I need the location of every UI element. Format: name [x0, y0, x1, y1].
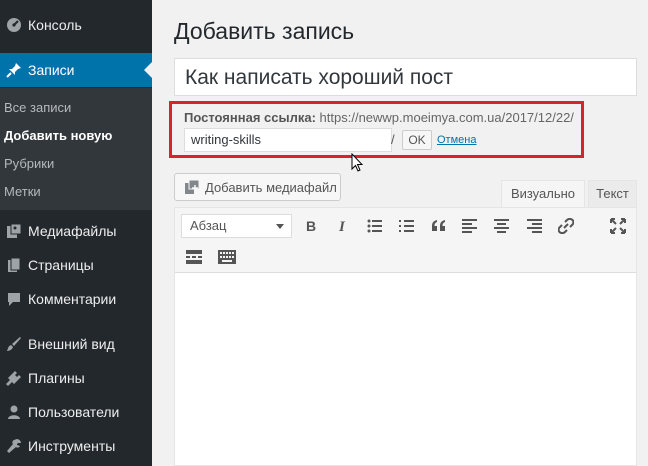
- user-icon: [0, 404, 28, 420]
- cancel-link[interactable]: Отмена: [437, 134, 476, 146]
- slug-input[interactable]: writing-skills: [184, 128, 392, 152]
- menu-item-comments[interactable]: Комментарии: [0, 282, 152, 316]
- pin-icon: [0, 62, 28, 78]
- format-select-value: Абзац: [190, 218, 227, 233]
- wrench-icon: [0, 438, 28, 454]
- italic-button[interactable]: I: [330, 214, 354, 238]
- menu-item-users[interactable]: Пользователи: [0, 395, 152, 429]
- submenu-categories[interactable]: Рубрики: [4, 156, 54, 171]
- svg-text:B: B: [306, 219, 316, 233]
- pages-icon: [0, 257, 28, 273]
- align-left-button[interactable]: [458, 214, 482, 238]
- submenu-add-new[interactable]: Добавить новую: [4, 128, 112, 143]
- editor-toolbar: Абзац B I: [175, 208, 636, 273]
- menu-label: Внешний вид: [28, 336, 115, 352]
- menu-item-pages[interactable]: Страницы: [0, 248, 152, 282]
- brush-icon: [0, 336, 28, 352]
- svg-text:I: I: [338, 219, 346, 233]
- menu-item-plugins[interactable]: Плагины: [0, 361, 152, 395]
- media-icon: [0, 223, 28, 239]
- submenu-all-posts[interactable]: Все записи: [4, 100, 71, 115]
- admin-sidebar: Консоль Записи Все записи Добавить новую…: [0, 0, 152, 466]
- menu-label: Инструменты: [28, 438, 116, 454]
- align-right-button[interactable]: [523, 214, 547, 238]
- slug-slash: /: [391, 132, 395, 147]
- add-media-button[interactable]: Добавить медиафайл: [174, 173, 341, 201]
- menu-item-posts[interactable]: Записи: [0, 53, 152, 87]
- read-more-button[interactable]: [182, 245, 206, 269]
- blockquote-button[interactable]: [427, 214, 451, 238]
- tab-visual[interactable]: Визуально: [501, 180, 585, 207]
- permalink-row: Постоянная ссылка: https://newwp.moeimya…: [184, 110, 574, 125]
- keyboard-toolbar-toggle[interactable]: [215, 245, 239, 269]
- menu-item-appearance[interactable]: Внешний вид: [0, 327, 152, 361]
- menu-label: Комментарии: [28, 291, 117, 307]
- comment-icon: [0, 291, 28, 307]
- link-button[interactable]: [554, 214, 578, 238]
- menu-label: Медиафайлы: [28, 223, 117, 239]
- posts-submenu: Все записи Добавить новую Рубрики Метки: [0, 88, 152, 210]
- numbered-list-button[interactable]: [395, 214, 419, 238]
- menu-label: Пользователи: [28, 404, 120, 420]
- tab-text[interactable]: Текст: [588, 180, 637, 207]
- page-title: Добавить запись: [174, 18, 355, 44]
- menu-item-tools[interactable]: Инструменты: [0, 429, 152, 463]
- post-title-input[interactable]: Как написать хороший пост: [174, 58, 637, 96]
- media-icon: [179, 179, 205, 195]
- menu-item-media[interactable]: Медиафайлы: [0, 214, 152, 248]
- editor-content-area[interactable]: [175, 274, 636, 465]
- mouse-cursor-icon: [351, 152, 364, 178]
- chevron-down-icon: [276, 224, 284, 229]
- menu-item-console[interactable]: Консоль: [0, 8, 152, 42]
- fullscreen-button[interactable]: [606, 214, 630, 238]
- plugin-icon: [0, 370, 28, 386]
- format-select[interactable]: Абзац: [181, 214, 292, 238]
- ok-button[interactable]: OK: [402, 130, 432, 150]
- bold-button[interactable]: B: [299, 214, 323, 238]
- menu-label: Записи: [28, 62, 75, 78]
- align-center-button[interactable]: [490, 214, 514, 238]
- dashboard-icon: [0, 17, 28, 33]
- permalink-base-url: https://newwp.moeimya.com.ua/2017/12/22/: [319, 110, 574, 125]
- submenu-tags[interactable]: Метки: [4, 184, 41, 199]
- post-editor: Абзац B I: [174, 207, 637, 466]
- bullet-list-button[interactable]: [363, 214, 387, 238]
- menu-label: Плагины: [28, 370, 85, 386]
- menu-label: Страницы: [28, 257, 94, 273]
- permalink-label: Постоянная ссылка:: [184, 110, 316, 125]
- add-media-label: Добавить медиафайл: [205, 179, 337, 195]
- menu-label: Консоль: [28, 17, 82, 33]
